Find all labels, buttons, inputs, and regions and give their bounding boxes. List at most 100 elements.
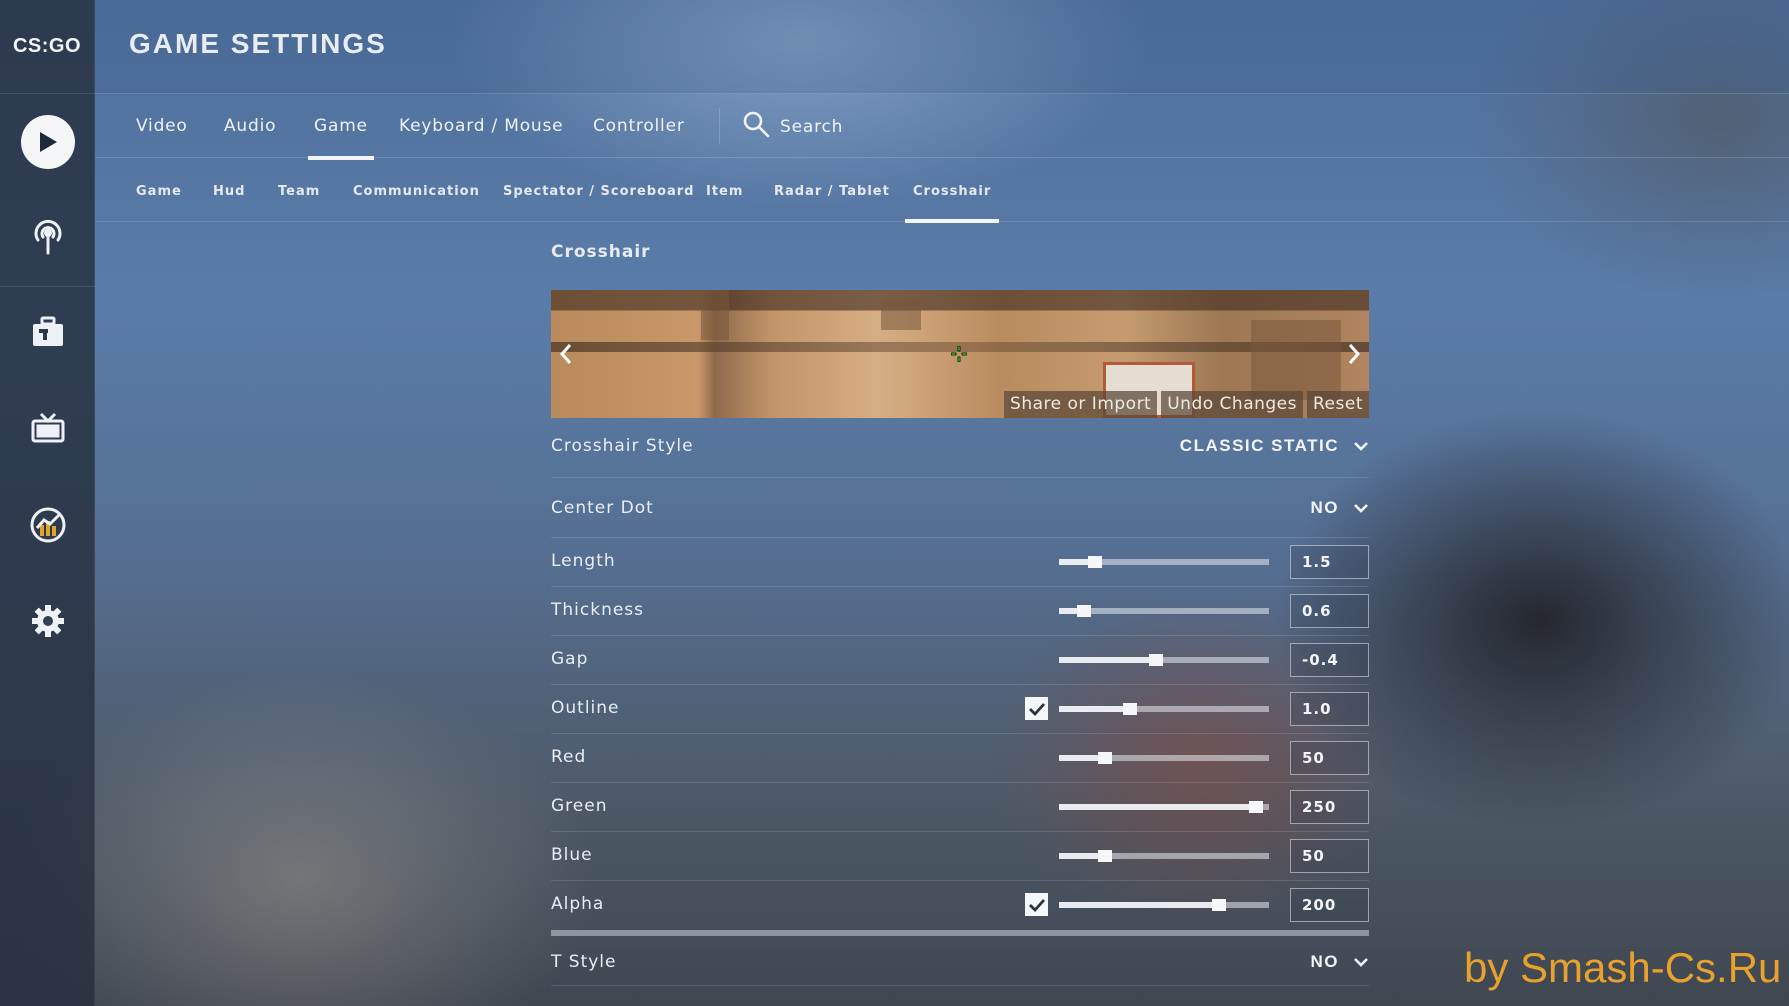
blue-input[interactable]: 50 bbox=[1290, 839, 1369, 873]
blue-row: Blue 50 bbox=[551, 832, 1369, 881]
inventory-button[interactable] bbox=[0, 305, 95, 365]
outline-checkbox[interactable] bbox=[1025, 697, 1048, 720]
inventory-icon bbox=[29, 315, 67, 355]
rail-divider bbox=[0, 286, 95, 287]
game-subtabs: Game Hud Team Communication Spectator / … bbox=[95, 158, 1789, 223]
tab-controller[interactable]: Controller bbox=[593, 116, 685, 136]
subtab-team[interactable]: Team bbox=[278, 184, 320, 199]
slider-thumb[interactable] bbox=[1249, 801, 1264, 813]
subtab-game[interactable]: Game bbox=[136, 184, 182, 199]
t-style-row: T Style NO bbox=[551, 936, 1369, 986]
center-dot-row: Center Dot NO bbox=[551, 478, 1369, 538]
thickness-slider[interactable] bbox=[1059, 605, 1269, 617]
watch-tv-icon bbox=[29, 411, 67, 451]
search-icon bbox=[742, 110, 770, 143]
search-button[interactable]: Search bbox=[742, 110, 843, 143]
share-import-button[interactable]: Share or Import bbox=[1004, 391, 1158, 418]
thickness-input[interactable]: 0.6 bbox=[1290, 594, 1369, 628]
gap-row: Gap -0.4 bbox=[551, 636, 1369, 685]
search-label: Search bbox=[780, 116, 844, 137]
settings-button[interactable] bbox=[0, 593, 95, 653]
red-input[interactable]: 50 bbox=[1290, 741, 1369, 775]
center-dot-dropdown[interactable]: NO bbox=[1311, 498, 1370, 518]
chevron-down-icon bbox=[1354, 442, 1368, 451]
outline-input[interactable]: 1.0 bbox=[1290, 692, 1369, 726]
slider-thumb[interactable] bbox=[1211, 899, 1226, 911]
green-label: Green bbox=[551, 796, 608, 816]
left-nav-rail: CS:GO bbox=[0, 0, 95, 1006]
preview-wall-detail bbox=[881, 300, 921, 330]
thickness-label: Thickness bbox=[551, 600, 645, 620]
gap-slider[interactable] bbox=[1059, 654, 1269, 666]
stats-icon bbox=[29, 506, 67, 548]
slider-thumb[interactable] bbox=[1123, 703, 1138, 715]
crosshair-style-dropdown[interactable]: CLASSIC STATIC bbox=[1180, 436, 1369, 456]
t-style-dropdown[interactable]: NO bbox=[1311, 952, 1370, 972]
crosshair-style-row: Crosshair Style CLASSIC STATIC bbox=[551, 418, 1369, 478]
length-label: Length bbox=[551, 551, 616, 571]
tab-keyboard-mouse[interactable]: Keyboard / Mouse bbox=[399, 116, 563, 136]
preview-wall-detail bbox=[701, 290, 729, 340]
length-row: Length 1.5 bbox=[551, 538, 1369, 587]
red-label: Red bbox=[551, 747, 587, 767]
reset-button[interactable]: Reset bbox=[1307, 391, 1369, 418]
stats-button[interactable] bbox=[0, 497, 95, 557]
preview-next-button[interactable] bbox=[1339, 334, 1369, 374]
alpha-checkbox[interactable] bbox=[1025, 893, 1048, 916]
outline-row: Outline 1.0 bbox=[551, 685, 1369, 734]
preview-prev-button[interactable] bbox=[551, 334, 581, 374]
blue-slider[interactable] bbox=[1059, 850, 1269, 862]
green-slider[interactable] bbox=[1059, 801, 1269, 813]
title-bar: GAME SETTINGS bbox=[95, 0, 1789, 94]
gap-input[interactable]: -0.4 bbox=[1290, 643, 1369, 677]
tab-audio[interactable]: Audio bbox=[224, 116, 276, 136]
csgo-logo[interactable]: CS:GO bbox=[0, 0, 94, 94]
outline-slider[interactable] bbox=[1059, 703, 1269, 715]
subtab-spectator-scoreboard[interactable]: Spectator / Scoreboard bbox=[503, 184, 695, 199]
undo-changes-button[interactable]: Undo Changes bbox=[1161, 391, 1303, 418]
play-button[interactable] bbox=[0, 112, 95, 172]
broadcast-icon bbox=[28, 216, 68, 260]
gap-label: Gap bbox=[551, 649, 589, 669]
subtab-communication[interactable]: Communication bbox=[353, 184, 480, 199]
center-dot-label: Center Dot bbox=[551, 498, 654, 518]
play-icon bbox=[20, 115, 75, 169]
alpha-label: Alpha bbox=[551, 894, 605, 914]
alpha-slider[interactable] bbox=[1059, 899, 1269, 911]
green-row: Green 250 bbox=[551, 783, 1369, 832]
slider-fill bbox=[1059, 902, 1219, 908]
slider-thumb[interactable] bbox=[1148, 654, 1163, 666]
settings-gear-icon bbox=[30, 603, 66, 643]
length-slider[interactable] bbox=[1059, 556, 1269, 568]
crosshair-preview-icon bbox=[950, 345, 968, 366]
tabs-divider bbox=[719, 108, 720, 144]
slider-thumb[interactable] bbox=[1087, 556, 1102, 568]
settings-tabs: Video Audio Game Keyboard / Mouse Contro… bbox=[95, 94, 1789, 160]
slider-fill bbox=[1059, 706, 1131, 712]
t-style-label: T Style bbox=[551, 952, 617, 972]
subtab-hud[interactable]: Hud bbox=[213, 184, 245, 199]
green-input[interactable]: 250 bbox=[1290, 790, 1369, 824]
red-slider[interactable] bbox=[1059, 752, 1269, 764]
subtab-item[interactable]: Item bbox=[706, 184, 743, 199]
watch-button[interactable] bbox=[0, 401, 95, 461]
watch-broadcast-button[interactable] bbox=[0, 208, 95, 268]
page-title: GAME SETTINGS bbox=[129, 28, 387, 59]
watermark-text: by Smash-Cs.Ru bbox=[1464, 944, 1782, 991]
slider-fill bbox=[1059, 804, 1257, 810]
slider-thumb[interactable] bbox=[1098, 850, 1113, 862]
center-dot-value: NO bbox=[1310, 498, 1339, 517]
slider-thumb[interactable] bbox=[1098, 752, 1113, 764]
alpha-input[interactable]: 200 bbox=[1290, 888, 1369, 922]
chevron-down-icon bbox=[1354, 504, 1368, 513]
preview-wall-detail bbox=[1251, 320, 1341, 400]
crosshair-style-value: CLASSIC STATIC bbox=[1179, 436, 1339, 455]
subtab-crosshair[interactable]: Crosshair bbox=[904, 184, 1000, 223]
tab-video[interactable]: Video bbox=[136, 116, 188, 136]
length-input[interactable]: 1.5 bbox=[1290, 545, 1369, 579]
t-style-value: NO bbox=[1310, 952, 1339, 971]
tab-game[interactable]: Game bbox=[308, 116, 374, 160]
subtab-radar-tablet[interactable]: Radar / Tablet bbox=[774, 184, 890, 199]
crosshair-preview: Share or Import Undo Changes Reset bbox=[551, 290, 1369, 418]
slider-thumb[interactable] bbox=[1077, 605, 1092, 617]
